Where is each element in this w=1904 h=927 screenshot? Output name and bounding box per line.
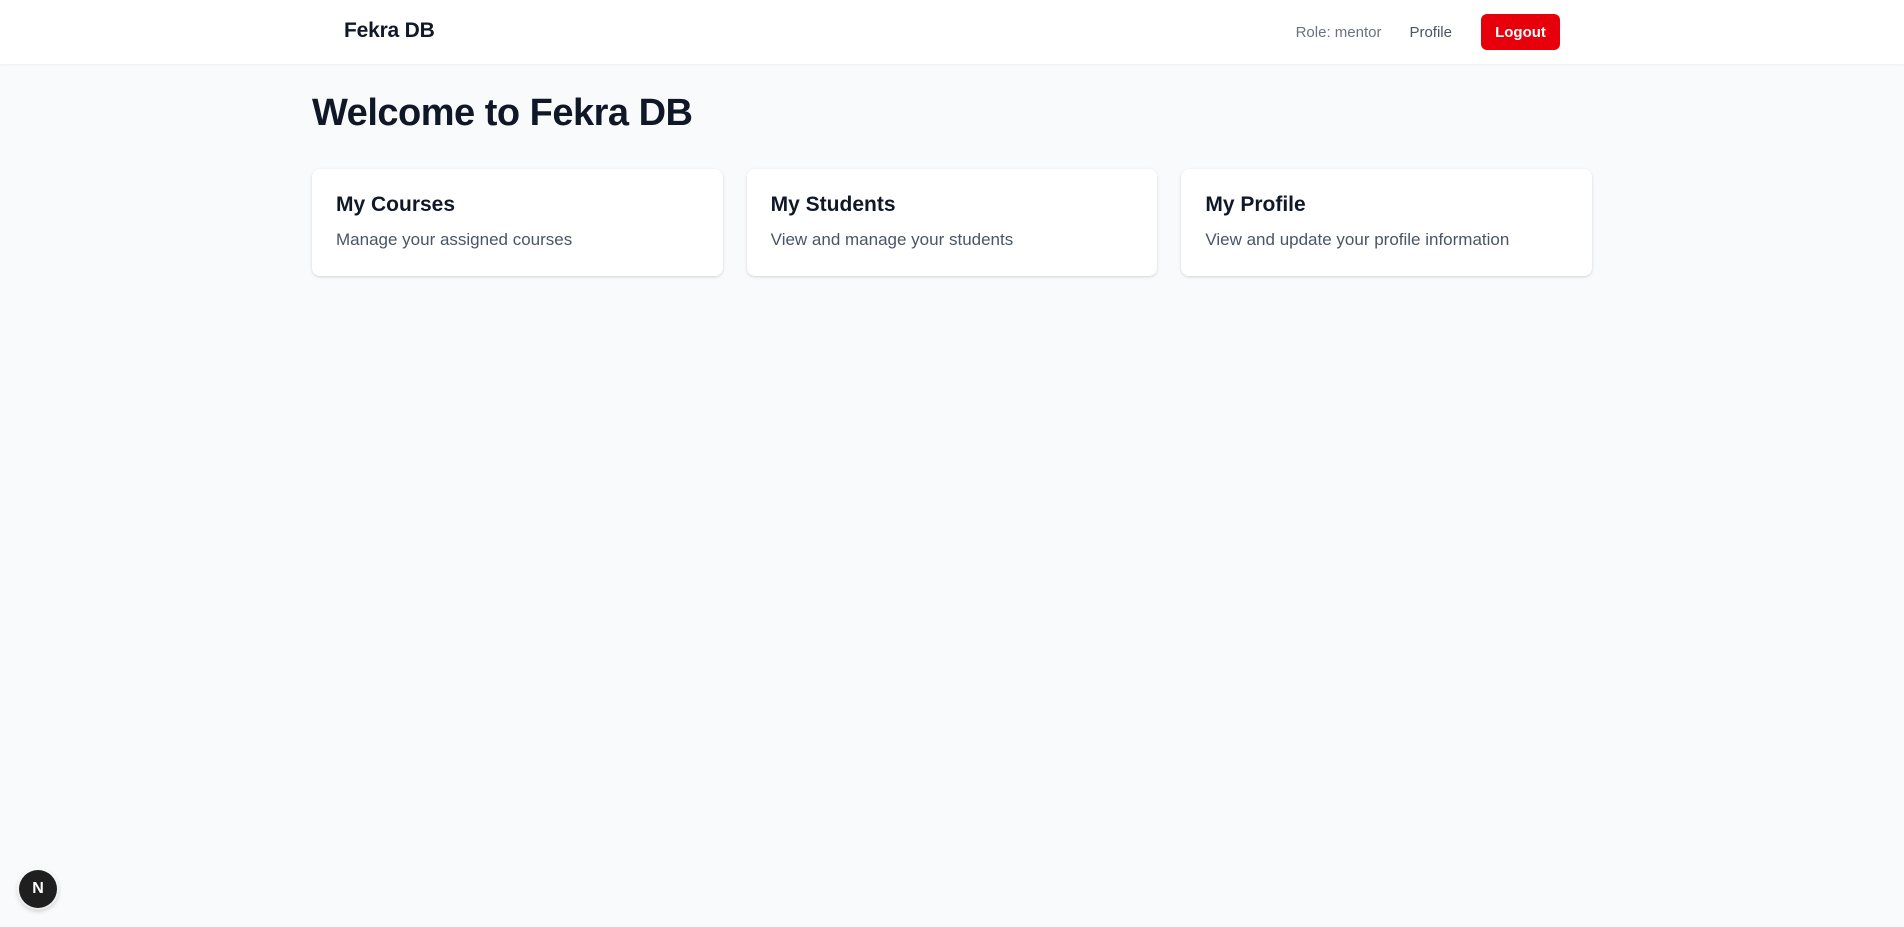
page-title: Welcome to Fekra DB bbox=[312, 92, 693, 134]
card-description: View and update your profile information bbox=[1205, 230, 1510, 249]
profile-link[interactable]: Profile bbox=[1409, 24, 1452, 41]
card-my-courses[interactable]: My Courses Manage your assigned courses bbox=[312, 169, 723, 276]
navbar-actions: Role: mentor Profile Logout bbox=[1296, 14, 1560, 50]
logout-button[interactable]: Logout bbox=[1481, 14, 1560, 50]
card-my-profile[interactable]: My Profile View and update your profile … bbox=[1181, 169, 1593, 276]
card-description: Manage your assigned courses bbox=[336, 230, 573, 249]
dashboard-cards: My Courses Manage your assigned courses … bbox=[312, 169, 1593, 276]
brand-logo-text[interactable]: Fekra DB bbox=[344, 19, 435, 43]
card-title: My Students bbox=[770, 193, 896, 216]
navbar: Fekra DB Role: mentor Profile Logout bbox=[0, 0, 1904, 64]
card-my-students[interactable]: My Students View and manage your student… bbox=[746, 169, 1158, 276]
card-title: My Courses bbox=[336, 193, 456, 216]
nextjs-icon[interactable]: N bbox=[19, 870, 57, 908]
nextjs-badge-letter: N bbox=[32, 880, 44, 897]
role-label: Role: mentor bbox=[1295, 23, 1382, 41]
card-title: My Profile bbox=[1205, 193, 1306, 216]
card-description: View and manage your students bbox=[770, 230, 1014, 249]
